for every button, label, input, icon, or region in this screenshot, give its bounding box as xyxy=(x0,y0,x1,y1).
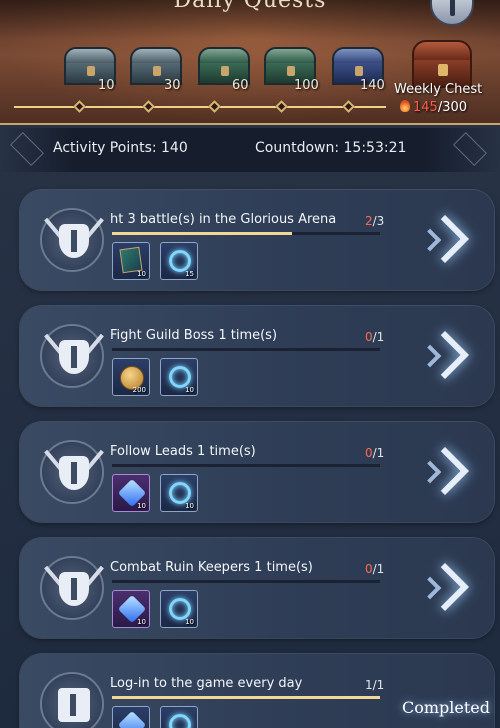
track-node xyxy=(73,100,86,113)
quest-progress-bar xyxy=(112,464,380,467)
reward-item[interactable]: 15 xyxy=(160,242,198,280)
track-node xyxy=(142,100,155,113)
go-button[interactable] xyxy=(418,330,470,380)
shield-swords-icon xyxy=(40,556,104,620)
quest-count: 0/1 xyxy=(365,330,385,344)
quest-card: Fight Guild Boss 1 time(s) 0/1 200 10 xyxy=(20,306,494,406)
completed-status: Completed xyxy=(402,698,491,717)
quest-title: ht 3 battle(s) in the Glorious Arena xyxy=(110,212,337,227)
chest-threshold: 30 xyxy=(164,78,181,93)
quest-progress-fill xyxy=(112,696,380,699)
shield-swords-icon xyxy=(40,208,104,272)
wisp-icon xyxy=(169,482,191,504)
go-button[interactable] xyxy=(418,446,470,496)
go-button[interactable] xyxy=(418,562,470,612)
weekly-chest-progress: 145/300 xyxy=(400,100,467,115)
reward-item[interactable] xyxy=(112,706,150,728)
chevron-right-icon xyxy=(420,562,470,612)
track-node xyxy=(208,100,221,113)
activity-track-fill xyxy=(14,106,386,108)
reward-item[interactable]: 10 xyxy=(112,590,150,628)
quest-count: 0/1 xyxy=(365,446,385,460)
quest-count: 1/1 xyxy=(365,678,385,692)
wisp-icon xyxy=(169,366,191,388)
quest-title: Follow Leads 1 time(s) xyxy=(110,444,256,459)
shield-swords-icon xyxy=(40,324,104,388)
chest-threshold: 140 xyxy=(360,78,385,93)
chevron-right-icon xyxy=(420,214,470,264)
scales-icon xyxy=(40,672,104,728)
quest-title: Log-in to the game every day xyxy=(110,676,303,691)
sword-menu-button[interactable] xyxy=(430,0,474,26)
page-title: Daily Quests xyxy=(173,0,327,13)
quest-progress-bar xyxy=(112,696,380,699)
quest-card: ht 3 battle(s) in the Glorious Arena 2/3… xyxy=(20,190,494,290)
reward-item[interactable]: 10 xyxy=(112,242,150,280)
gem-icon xyxy=(117,710,147,728)
track-node xyxy=(342,100,355,113)
reward-item[interactable]: 200 xyxy=(112,358,150,396)
quest-progress-fill xyxy=(112,232,292,235)
flame-icon xyxy=(400,100,410,112)
quest-progress-bar xyxy=(112,348,380,351)
ornament-icon xyxy=(10,132,44,166)
weekly-chest-label: Weekly Chest xyxy=(394,82,483,97)
chest-threshold: 100 xyxy=(294,78,319,93)
quest-count: 0/1 xyxy=(365,562,385,576)
quest-card: Combat Ruin Keepers 1 time(s) 0/1 10 10 xyxy=(20,538,494,638)
reward-item[interactable]: 10 xyxy=(112,474,150,512)
wisp-icon xyxy=(169,598,191,620)
quest-title: Fight Guild Boss 1 time(s) xyxy=(110,328,278,343)
quest-card: Follow Leads 1 time(s) 0/1 10 10 xyxy=(20,422,494,522)
sword-icon xyxy=(450,0,455,16)
reward-item[interactable]: 10 xyxy=(160,358,198,396)
chest-threshold: 10 xyxy=(98,78,115,93)
wisp-icon xyxy=(169,250,191,272)
chevron-right-icon xyxy=(420,446,470,496)
shield-swords-icon xyxy=(40,440,104,504)
quest-banner: Daily Quests 10 30 60 100 140 Weekly Che… xyxy=(0,0,500,125)
quest-count: 2/3 xyxy=(365,214,385,228)
countdown-timer: Countdown: 15:53:21 xyxy=(255,140,407,156)
chest-threshold: 60 xyxy=(232,78,249,93)
quest-progress-bar xyxy=(112,580,380,583)
activity-track xyxy=(14,106,386,108)
wisp-icon xyxy=(169,714,191,728)
chevron-right-icon xyxy=(420,330,470,380)
quest-title: Combat Ruin Keepers 1 time(s) xyxy=(110,560,313,575)
ornament-icon xyxy=(453,132,487,166)
go-button[interactable] xyxy=(418,214,470,264)
track-node xyxy=(275,100,288,113)
reward-item[interactable]: 10 xyxy=(160,474,198,512)
activity-points: Activity Points: 140 xyxy=(53,140,188,156)
reward-item[interactable]: 10 xyxy=(160,590,198,628)
quest-progress-bar xyxy=(112,232,380,235)
reward-item[interactable] xyxy=(160,706,198,728)
quest-card: Log-in to the game every day 1/1 Complet… xyxy=(20,654,494,728)
activity-bar: Activity Points: 140 Countdown: 15:53:21 xyxy=(0,128,500,172)
